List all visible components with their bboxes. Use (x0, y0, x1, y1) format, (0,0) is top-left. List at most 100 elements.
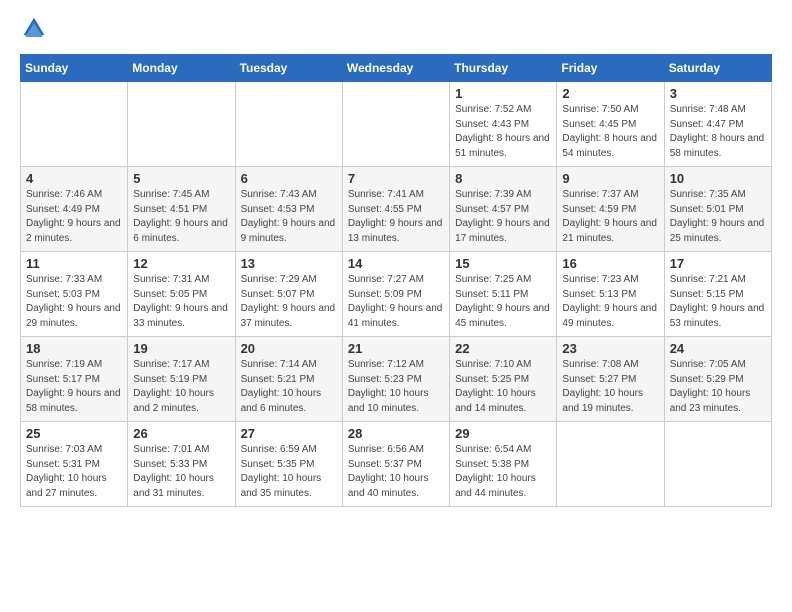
day-number: 26 (133, 426, 229, 441)
page-header (20, 16, 772, 44)
day-info: Sunrise: 7:08 AM Sunset: 5:27 PM Dayligh… (562, 358, 658, 416)
calendar-week-2: 4Sunrise: 7:46 AM Sunset: 4:49 PM Daylig… (21, 167, 772, 252)
day-number: 15 (455, 256, 551, 271)
day-number: 21 (348, 341, 444, 356)
calendar-cell: 11Sunrise: 7:33 AM Sunset: 5:03 PM Dayli… (21, 252, 128, 337)
calendar-cell: 12 Sunrise: 7:31 AM Sunset: 5:05 PM Dayli… (128, 252, 235, 337)
day-number: 20 (241, 341, 337, 356)
day-number: 16 (562, 256, 658, 271)
day-number: 8 (455, 171, 551, 186)
calendar-cell: 25Sunrise: 7:03 AM Sunset: 5:31 PM Dayli… (21, 422, 128, 507)
day-number: 24 (670, 341, 766, 356)
calendar-cell: 7 Sunrise: 7:41 AM Sunset: 4:55 PM Daylig… (342, 167, 449, 252)
day-number: 22 (455, 341, 551, 356)
calendar-week-4: 18Sunrise: 7:19 AM Sunset: 5:17 PM Dayli… (21, 337, 772, 422)
day-number: 29 (455, 426, 551, 441)
calendar-cell: 13Sunrise: 7:29 AM Sunset: 5:07 PM Dayli… (235, 252, 342, 337)
day-number: 9 (562, 171, 658, 186)
day-info: Sunrise: 7:33 AM Sunset: 5:03 PM Dayligh… (26, 273, 122, 331)
day-number: 4 (26, 171, 122, 186)
day-info: Sunrise: 6:54 AM Sunset: 5:38 PM Dayligh… (455, 443, 551, 501)
calendar-cell: 17 Sunrise: 7:21 AM Sunset: 5:15 PM Dayli… (664, 252, 771, 337)
day-number: 28 (348, 426, 444, 441)
day-number: 7 (348, 171, 444, 186)
day-info: Sunrise: 7:21 AM Sunset: 5:15 PM Dayligh… (670, 273, 766, 331)
calendar-cell: 28 Sunrise: 6:56 AM Sunset: 5:37 PM Dayli… (342, 422, 449, 507)
header-cell-thursday: Thursday (450, 55, 557, 82)
day-number: 19 (133, 341, 229, 356)
logo-icon (20, 16, 48, 44)
calendar-cell: 27Sunrise: 6:59 AM Sunset: 5:35 PM Dayli… (235, 422, 342, 507)
calendar-cell: 23 Sunrise: 7:08 AM Sunset: 5:27 PM Dayli… (557, 337, 664, 422)
day-info: Sunrise: 7:05 AM Sunset: 5:29 PM Dayligh… (670, 358, 766, 416)
calendar-cell: 15 Sunrise: 7:25 AM Sunset: 5:11 PM Dayli… (450, 252, 557, 337)
calendar-week-5: 25Sunrise: 7:03 AM Sunset: 5:31 PM Dayli… (21, 422, 772, 507)
day-info: Sunrise: 7:25 AM Sunset: 5:11 PM Dayligh… (455, 273, 551, 331)
day-info: Sunrise: 7:27 AM Sunset: 5:09 PM Dayligh… (348, 273, 444, 331)
calendar-cell: 26 Sunrise: 7:01 AM Sunset: 5:33 PM Dayli… (128, 422, 235, 507)
calendar-cell: 21 Sunrise: 7:12 AM Sunset: 5:23 PM Dayli… (342, 337, 449, 422)
day-info: Sunrise: 6:56 AM Sunset: 5:37 PM Dayligh… (348, 443, 444, 501)
day-info: Sunrise: 7:48 AM Sunset: 4:47 PM Dayligh… (670, 103, 766, 161)
day-number: 12 (133, 256, 229, 271)
day-number: 17 (670, 256, 766, 271)
calendar-cell: 10 Sunrise: 7:35 AM Sunset: 5:01 PM Dayli… (664, 167, 771, 252)
day-info: Sunrise: 7:14 AM Sunset: 5:21 PM Dayligh… (241, 358, 337, 416)
day-info: Sunrise: 7:35 AM Sunset: 5:01 PM Dayligh… (670, 188, 766, 246)
calendar-cell: 24 Sunrise: 7:05 AM Sunset: 5:29 PM Dayli… (664, 337, 771, 422)
calendar-cell (21, 82, 128, 167)
day-number: 3 (670, 86, 766, 101)
calendar-week-3: 11Sunrise: 7:33 AM Sunset: 5:03 PM Dayli… (21, 252, 772, 337)
calendar-cell: 20 Sunrise: 7:14 AM Sunset: 5:21 PM Dayli… (235, 337, 342, 422)
day-number: 2 (562, 86, 658, 101)
day-info: Sunrise: 7:10 AM Sunset: 5:25 PM Dayligh… (455, 358, 551, 416)
day-info: Sunrise: 7:50 AM Sunset: 4:45 PM Dayligh… (562, 103, 658, 161)
calendar-cell (342, 82, 449, 167)
day-number: 5 (133, 171, 229, 186)
day-info: Sunrise: 7:41 AM Sunset: 4:55 PM Dayligh… (348, 188, 444, 246)
calendar-cell: 5 Sunrise: 7:45 AM Sunset: 4:51 PM Daylig… (128, 167, 235, 252)
calendar-cell: 4Sunrise: 7:46 AM Sunset: 4:49 PM Daylig… (21, 167, 128, 252)
logo (20, 16, 52, 44)
calendar-cell: 16 Sunrise: 7:23 AM Sunset: 5:13 PM Dayli… (557, 252, 664, 337)
calendar-cell (128, 82, 235, 167)
header-cell-monday: Monday (128, 55, 235, 82)
calendar-cell (235, 82, 342, 167)
day-info: Sunrise: 7:29 AM Sunset: 5:07 PM Dayligh… (241, 273, 337, 331)
day-number: 10 (670, 171, 766, 186)
day-info: Sunrise: 7:12 AM Sunset: 5:23 PM Dayligh… (348, 358, 444, 416)
calendar-cell: 18Sunrise: 7:19 AM Sunset: 5:17 PM Dayli… (21, 337, 128, 422)
calendar-cell: 22 Sunrise: 7:10 AM Sunset: 5:25 PM Dayli… (450, 337, 557, 422)
header-row: SundayMondayTuesdayWednesdayThursdayFrid… (21, 55, 772, 82)
calendar-body: 1Sunrise: 7:52 AM Sunset: 4:43 PM Daylig… (21, 82, 772, 507)
calendar-cell: 19 Sunrise: 7:17 AM Sunset: 5:19 PM Dayli… (128, 337, 235, 422)
header-cell-tuesday: Tuesday (235, 55, 342, 82)
day-number: 1 (455, 86, 551, 101)
day-info: Sunrise: 7:45 AM Sunset: 4:51 PM Dayligh… (133, 188, 229, 246)
day-info: Sunrise: 7:17 AM Sunset: 5:19 PM Dayligh… (133, 358, 229, 416)
calendar-cell: 2 Sunrise: 7:50 AM Sunset: 4:45 PM Daylig… (557, 82, 664, 167)
day-info: Sunrise: 6:59 AM Sunset: 5:35 PM Dayligh… (241, 443, 337, 501)
calendar-cell: 14 Sunrise: 7:27 AM Sunset: 5:09 PM Dayli… (342, 252, 449, 337)
day-number: 18 (26, 341, 122, 356)
day-info: Sunrise: 7:01 AM Sunset: 5:33 PM Dayligh… (133, 443, 229, 501)
day-info: Sunrise: 7:43 AM Sunset: 4:53 PM Dayligh… (241, 188, 337, 246)
day-info: Sunrise: 7:39 AM Sunset: 4:57 PM Dayligh… (455, 188, 551, 246)
day-number: 23 (562, 341, 658, 356)
day-number: 14 (348, 256, 444, 271)
calendar-header: SundayMondayTuesdayWednesdayThursdayFrid… (21, 55, 772, 82)
calendar-cell (557, 422, 664, 507)
calendar-table: SundayMondayTuesdayWednesdayThursdayFrid… (20, 54, 772, 507)
calendar-cell: 3 Sunrise: 7:48 AM Sunset: 4:47 PM Daylig… (664, 82, 771, 167)
calendar-cell: 1Sunrise: 7:52 AM Sunset: 4:43 PM Daylig… (450, 82, 557, 167)
day-info: Sunrise: 7:37 AM Sunset: 4:59 PM Dayligh… (562, 188, 658, 246)
day-info: Sunrise: 7:03 AM Sunset: 5:31 PM Dayligh… (26, 443, 122, 501)
calendar-cell (664, 422, 771, 507)
calendar-cell: 6 Sunrise: 7:43 AM Sunset: 4:53 PM Daylig… (235, 167, 342, 252)
day-info: Sunrise: 7:31 AM Sunset: 5:05 PM Dayligh… (133, 273, 229, 331)
day-info: Sunrise: 7:23 AM Sunset: 5:13 PM Dayligh… (562, 273, 658, 331)
day-number: 6 (241, 171, 337, 186)
calendar-cell: 9 Sunrise: 7:37 AM Sunset: 4:59 PM Daylig… (557, 167, 664, 252)
header-cell-wednesday: Wednesday (342, 55, 449, 82)
calendar-week-1: 1Sunrise: 7:52 AM Sunset: 4:43 PM Daylig… (21, 82, 772, 167)
